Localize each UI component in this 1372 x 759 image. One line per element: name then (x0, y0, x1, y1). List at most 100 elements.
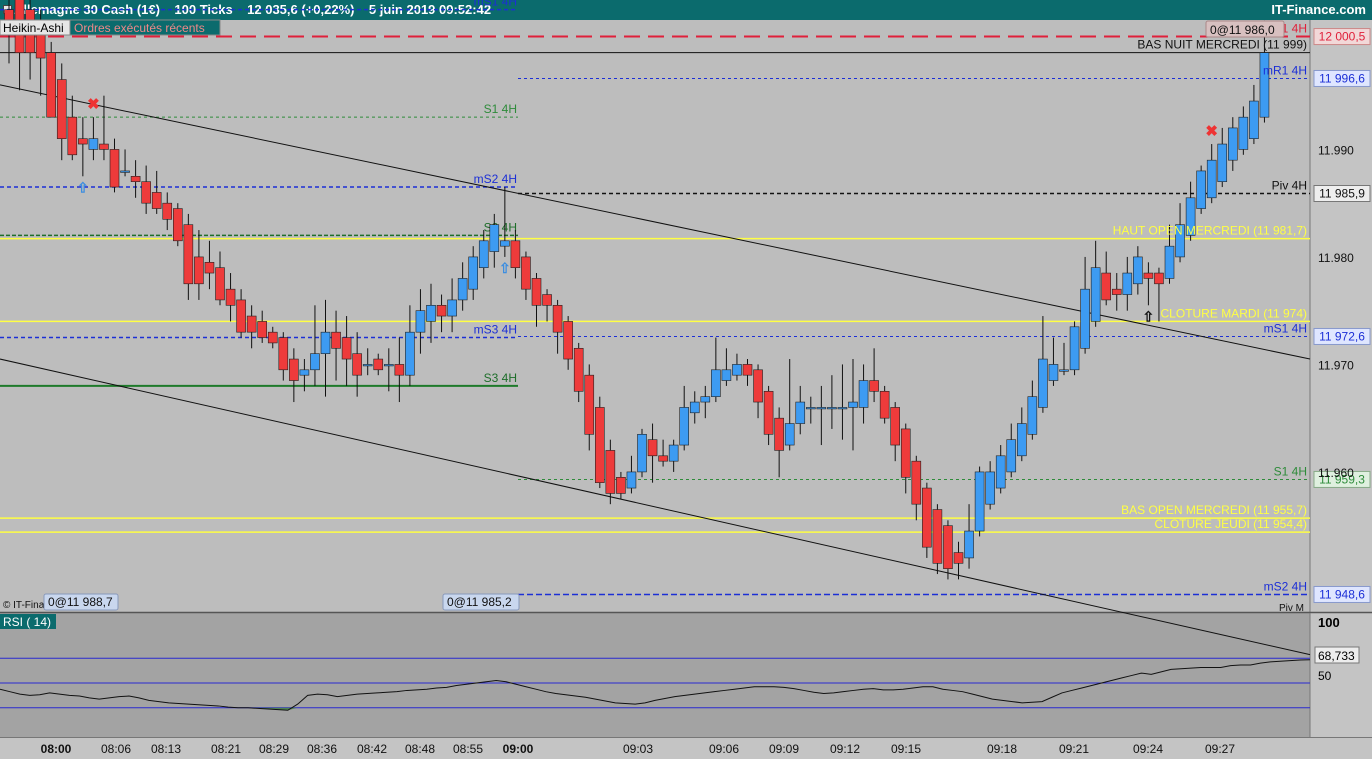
candle-body (637, 433, 647, 473)
candle-body (742, 364, 753, 376)
candle-body (88, 138, 99, 150)
candle (1196, 165, 1206, 214)
candle-body (394, 364, 405, 376)
level-label-cloture-mardi: CLOTURE MARDI (11 974) (1161, 306, 1307, 320)
candle-body (310, 353, 320, 371)
candle-body (478, 240, 489, 268)
axis-tag-piv-4h: 11 985,9 (1319, 187, 1365, 201)
candle-body (784, 423, 795, 446)
candle-body (151, 192, 162, 209)
candle-body (246, 315, 257, 333)
candle-body (415, 310, 426, 333)
candle-body (711, 369, 721, 397)
candle-body (447, 299, 457, 317)
candle-body (679, 407, 690, 446)
axis-tag-mr1-4h: 11 996,6 (1319, 71, 1365, 85)
candle-body (869, 380, 879, 392)
candle-body (858, 380, 869, 408)
candle-body (1122, 272, 1133, 295)
candle-body (848, 401, 858, 408)
candle-body (67, 116, 78, 156)
candle-body (500, 240, 510, 247)
candle (922, 482, 932, 558)
candle-body (552, 304, 563, 333)
candle-body (1164, 245, 1175, 279)
candle (974, 466, 985, 537)
candle-body (489, 224, 500, 252)
prev-level-label-s2-4h: S2 4H (484, 220, 517, 234)
candle-body (985, 471, 995, 505)
candle-body (753, 369, 763, 403)
price-tick-11990: 11.990 (1318, 143, 1354, 157)
time-tick-0906: 09:06 (709, 742, 739, 756)
level-label-bas-nuit-mercredi: BAS NUIT MERCREDI (11 999) (1137, 38, 1307, 52)
candle-body (700, 396, 711, 403)
time-tick-0921: 09:21 (1059, 742, 1089, 756)
sell-marker-icon: ✖ (1205, 123, 1218, 140)
rsi-label: RSI ( 14) (3, 615, 51, 629)
candle-body (173, 208, 183, 242)
candle-body (120, 170, 130, 173)
candle-body (1259, 52, 1270, 118)
candle-body (1006, 439, 1017, 473)
candle-body (331, 331, 341, 349)
sell-marker-icon: ✖ (87, 96, 100, 113)
level-label-s1-4h: S1 4H (1274, 464, 1307, 478)
candle-body (584, 374, 595, 435)
candle-body (689, 401, 700, 414)
candle-body (1143, 272, 1154, 279)
candle-body (457, 278, 468, 301)
candle-body (943, 525, 953, 569)
candle-body (320, 331, 331, 354)
candle-body (837, 407, 848, 410)
candle-body (162, 202, 173, 220)
candle-body (900, 428, 911, 478)
buy-marker-icon: ⇧ (77, 179, 89, 195)
candle-body (1101, 272, 1111, 301)
candle-body (774, 417, 784, 451)
price-tick-11960: 11.960 (1318, 466, 1354, 480)
candle (594, 396, 605, 489)
candle-body (267, 331, 278, 344)
candle-body (594, 407, 605, 483)
candle (173, 203, 183, 247)
candle (46, 41, 57, 118)
axis-tag-ms2-4h: 11 948,6 (1319, 587, 1365, 601)
candle-body (46, 52, 57, 118)
candle-body (215, 267, 225, 301)
level-label-bas-open-mercredi: BAS OPEN MERCREDI (11 955,7) (1121, 503, 1307, 517)
level-label-piv-4h: Piv 4H (1272, 179, 1307, 193)
candle-body (1228, 127, 1238, 161)
price-pane[interactable] (0, 20, 1310, 612)
candle (879, 385, 890, 424)
prev-level-label-ms3-4h: mS3 4H (474, 323, 517, 337)
candle-body (1217, 143, 1228, 182)
rsi-pane[interactable] (0, 613, 1310, 737)
price-tick-11980: 11.980 (1318, 251, 1354, 265)
price-tag-mid: 0@11 985,2 (447, 595, 512, 609)
time-tick-0855: 08:55 (453, 742, 483, 756)
rsi-value-tag: 68,733 (1318, 649, 1355, 663)
time-tick-0842: 08:42 (357, 742, 387, 756)
prev-level-label-s1-4h: S1 4H (484, 102, 517, 116)
candle-body (1196, 170, 1206, 209)
price-axis[interactable] (1310, 20, 1372, 612)
level-label-ms2-4h: mS2 4H (1264, 579, 1307, 593)
candle-body (879, 390, 890, 419)
candle-body (510, 240, 521, 268)
candle-body (605, 450, 616, 494)
time-tick-0813: 08:13 (151, 742, 181, 756)
candle-body (521, 256, 531, 290)
candle-body (1111, 288, 1122, 295)
price-tick-11970: 11.970 (1318, 358, 1354, 372)
candle-body (763, 390, 774, 435)
candle-body (658, 455, 668, 462)
candle-body (1016, 423, 1027, 457)
candle-body (405, 331, 415, 376)
chart-canvas[interactable]: mS1 4HS1 4HmS2 4HS2 4HmS3 4HS3 4H ✖⇧⇧⇧✖ … (0, 0, 1372, 759)
level-label-haut-open-mercredi: HAUT OPEN MERCREDI (11 981,7) (1113, 224, 1307, 238)
time-tick-0927: 09:27 (1205, 742, 1235, 756)
time-axis[interactable] (0, 737, 1372, 759)
candle-body (964, 530, 974, 559)
time-tick-0909: 09:09 (769, 742, 799, 756)
